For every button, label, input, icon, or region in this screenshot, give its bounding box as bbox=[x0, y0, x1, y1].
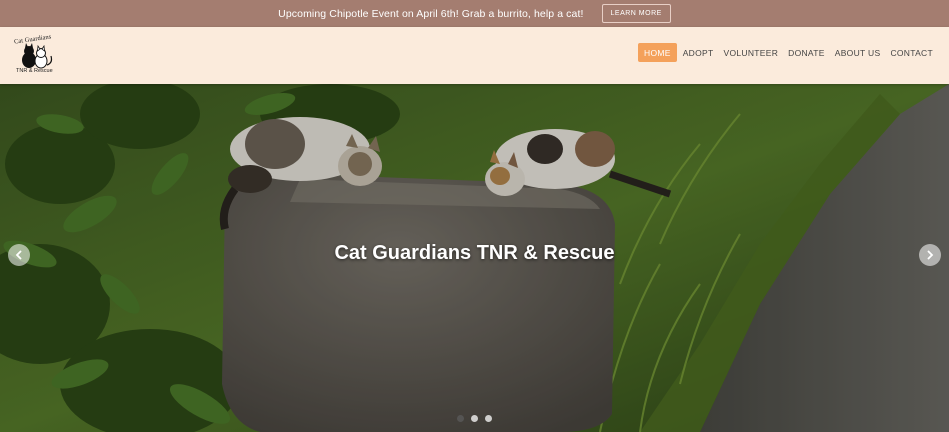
slider-dot-1[interactable] bbox=[457, 415, 464, 422]
cat-logo-icon bbox=[22, 43, 53, 69]
nav-item-volunteer[interactable]: VOLUNTEER bbox=[719, 43, 782, 62]
announcement-text: Upcoming Chipotle Event on April 6th! Gr… bbox=[278, 7, 584, 20]
hero-title: Cat Guardians TNR & Rescue bbox=[334, 242, 615, 264]
nav-item-about-us[interactable]: ABOUT US bbox=[831, 43, 885, 62]
nav-item-donate[interactable]: DONATE bbox=[784, 43, 829, 62]
nav-item-contact[interactable]: CONTACT bbox=[886, 43, 937, 62]
site-header: Cat Guardians TNR & Rescue HOME ADOPT VO… bbox=[0, 27, 949, 84]
logo-subtitle: TNR & Rescue bbox=[16, 68, 53, 74]
chevron-left-icon bbox=[15, 250, 22, 260]
site-logo[interactable]: Cat Guardians TNR & Rescue bbox=[12, 33, 58, 77]
announcement-bar: Upcoming Chipotle Event on April 6th! Gr… bbox=[0, 0, 949, 27]
hero-slider: Cat Guardians TNR & Rescue bbox=[0, 84, 949, 432]
slider-dot-2[interactable] bbox=[471, 415, 478, 422]
slider-dots bbox=[457, 415, 499, 422]
slider-prev-button[interactable] bbox=[8, 244, 30, 266]
main-nav: HOME ADOPT VOLUNTEER DONATE ABOUT US CON… bbox=[636, 43, 937, 62]
nav-item-home[interactable]: HOME bbox=[638, 43, 677, 62]
slider-dot-3[interactable] bbox=[485, 415, 492, 422]
slider-next-button[interactable] bbox=[919, 244, 941, 266]
nav-item-adopt[interactable]: ADOPT bbox=[679, 43, 718, 62]
learn-more-button[interactable]: LEARN MORE bbox=[601, 4, 671, 23]
chevron-right-icon bbox=[927, 250, 934, 260]
